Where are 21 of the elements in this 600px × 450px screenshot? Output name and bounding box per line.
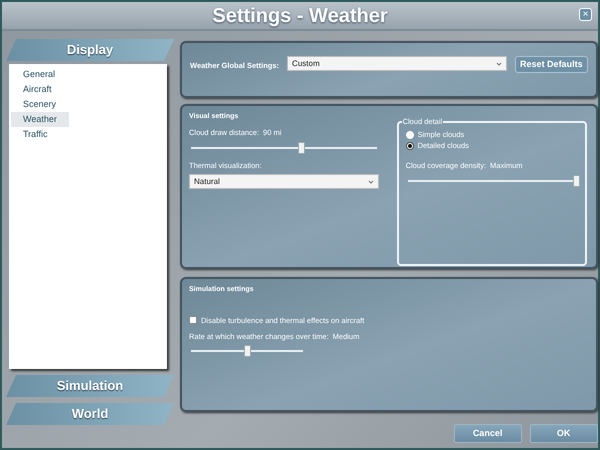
- checkbox[interactable]: [189, 316, 197, 324]
- window-title: Settings - Weather: [212, 4, 388, 28]
- slider-thumb[interactable]: [298, 142, 306, 154]
- list-item[interactable]: General: [11, 67, 68, 82]
- caret-icon: [496, 62, 502, 66]
- slider-track[interactable]: [191, 345, 303, 357]
- slider-thumb[interactable]: [244, 345, 250, 357]
- close-button[interactable]: ×: [579, 8, 592, 21]
- radio-button[interactable]: [406, 142, 414, 150]
- slider-track[interactable]: [191, 142, 377, 154]
- reset-defaults-button[interactable]: Reset Defaults: [515, 56, 588, 73]
- list-item[interactable]: Traffic: [11, 127, 60, 142]
- dropdown[interactable]: Custom: [287, 56, 508, 71]
- list-item[interactable]: Scenery: [11, 97, 68, 112]
- slider-thumb[interactable]: [572, 175, 580, 188]
- slider-track[interactable]: [408, 175, 580, 188]
- list-item[interactable]: Aircraft: [11, 82, 64, 97]
- list-item[interactable]: Weather: [11, 112, 69, 127]
- caret-icon: [368, 180, 374, 184]
- dropdown[interactable]: Natural: [189, 174, 379, 189]
- radio-button[interactable]: [406, 130, 414, 138]
